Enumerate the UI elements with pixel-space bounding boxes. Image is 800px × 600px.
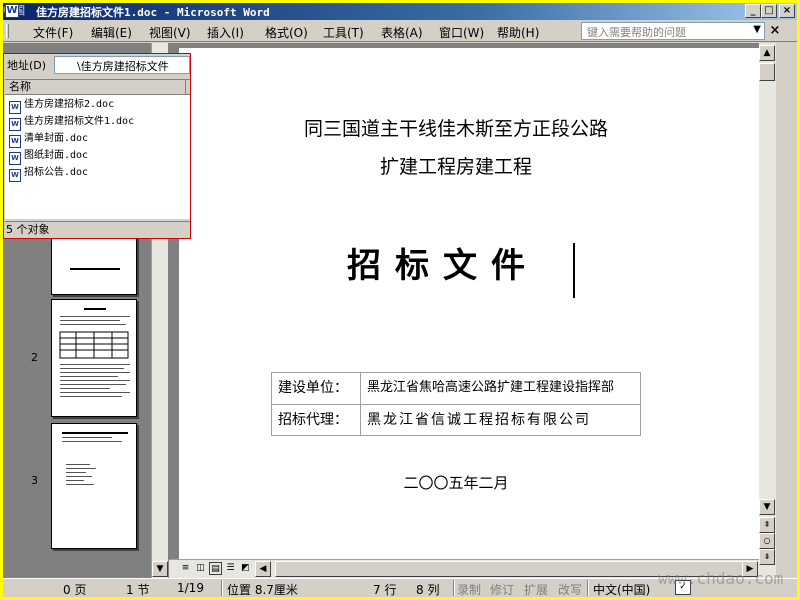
menu-grip[interactable] bbox=[6, 24, 9, 38]
browse-object-icon[interactable]: ○ bbox=[759, 533, 775, 549]
menu-help[interactable]: 帮助(H) bbox=[497, 24, 539, 41]
file-name: 佳方房建招标2.doc bbox=[24, 99, 115, 110]
status-ext[interactable]: 扩展 bbox=[524, 581, 548, 597]
file-name: 佳方房建招标文件1.doc bbox=[24, 116, 135, 127]
status-line: 7 行 bbox=[373, 583, 397, 597]
file-item[interactable]: W 清单封面.doc bbox=[9, 131, 89, 148]
table-label-builder: 建设单位： bbox=[278, 380, 348, 396]
document-vertical-scrollbar[interactable]: ▲ ▼ ⇞ ○ ⇟ bbox=[759, 43, 776, 578]
thumbnail-number-2: 2 bbox=[31, 351, 38, 364]
menu-window[interactable]: 窗口(W) bbox=[439, 24, 484, 41]
table-value-builder: 黑龙江省焦哈高速公路扩建工程建设指挥部 bbox=[367, 380, 615, 395]
status-section: 1 节 bbox=[126, 583, 150, 597]
previous-page-icon[interactable]: ⇞ bbox=[759, 517, 775, 533]
title-bar[interactable]: 中国 W 佳方房建招标文件1.doc - Microsoft Word _ □ … bbox=[3, 3, 797, 20]
table-value-agent: 黑龙江省信诚工程招标有限公司 bbox=[367, 412, 591, 428]
file-item[interactable]: W 图纸封面.doc bbox=[9, 148, 89, 165]
status-language[interactable]: 中文(中国) bbox=[593, 581, 650, 597]
explorer-window: 地址(D) \佳方房建招标文件 名称 W 佳方房建招标2.doc W 佳方房建招标文… bbox=[3, 53, 191, 239]
watermark-bottom: www.chdao.com bbox=[658, 569, 784, 588]
explorer-status: 5 个对象 bbox=[5, 221, 190, 238]
status-separator bbox=[587, 580, 589, 596]
status-separator bbox=[453, 580, 455, 596]
doc-heading-line1: 同三国道主干线佳木斯至方正段公路 bbox=[303, 118, 608, 140]
minimize-button[interactable]: _ bbox=[745, 4, 761, 18]
word-doc-icon: W bbox=[9, 101, 21, 114]
status-page-of: 1/19 bbox=[177, 581, 204, 595]
status-page: 0 页 bbox=[63, 583, 87, 597]
thumbnail-page-3[interactable] bbox=[51, 423, 137, 549]
menu-insert[interactable]: 插入(I) bbox=[207, 24, 244, 41]
thumbnail-number-3: 3 bbox=[31, 474, 38, 487]
help-search-placeholder: 键入需要帮助的问题 bbox=[587, 26, 686, 39]
column-header-end bbox=[185, 80, 190, 94]
file-item[interactable]: W 佳方房建招标2.doc bbox=[9, 97, 115, 114]
print-view-icon[interactable]: ▤ bbox=[209, 562, 222, 575]
status-trk[interactable]: 修订 bbox=[490, 581, 514, 597]
document-close-icon[interactable]: × bbox=[767, 23, 783, 39]
normal-view-icon[interactable]: ≡ bbox=[179, 562, 192, 575]
doc-heading-line2: 扩建工程房建工程 bbox=[379, 156, 532, 178]
reading-view-icon[interactable]: ◩ bbox=[239, 562, 252, 575]
scroll-thumb[interactable] bbox=[759, 63, 775, 81]
file-list: 名称 W 佳方房建招标2.doc W 佳方房建招标文件1.doc W 清单封面.doc… bbox=[5, 79, 190, 219]
word-window: 中国 W 佳方房建招标文件1.doc - Microsoft Word _ □ … bbox=[3, 3, 797, 597]
menu-file[interactable]: 文件(F) bbox=[33, 24, 73, 41]
text-cursor bbox=[573, 243, 575, 298]
address-field[interactable]: \佳方房建招标文件 bbox=[54, 56, 190, 74]
document-area: 同三国道主干线佳木斯至方正段公路 扩建工程房建工程 招标文件 建设单位： 黑龙江… bbox=[169, 43, 759, 559]
address-label: 地址(D) bbox=[7, 59, 47, 72]
outline-view-icon[interactable]: ☰ bbox=[224, 562, 237, 575]
thumbnail-page-2-preview bbox=[59, 308, 130, 397]
file-name: 清单封面.doc bbox=[24, 133, 89, 144]
menu-view[interactable]: 视图(V) bbox=[149, 24, 191, 41]
menu-bar: 文件(F) 编辑(E) 视图(V) 插入(I) 格式(O) 工具(T) 表格(A… bbox=[3, 20, 797, 42]
word-doc-icon: W bbox=[9, 118, 21, 131]
table-col-divider bbox=[360, 373, 361, 435]
info-table: 建设单位： 黑龙江省焦哈高速公路扩建工程建设指挥部 招标代理： 黑龙江省信诚工程… bbox=[271, 372, 641, 436]
thumbnail-page-3-preview bbox=[62, 432, 128, 485]
word-doc-icon: W bbox=[9, 152, 21, 165]
maximize-button[interactable]: □ bbox=[761, 4, 777, 18]
menu-tools[interactable]: 工具(T) bbox=[323, 24, 364, 41]
word-doc-icon: W bbox=[9, 169, 21, 182]
document-page[interactable]: 同三国道主干线佳木斯至方正段公路 扩建工程房建工程 招标文件 建设单位： 黑龙江… bbox=[179, 48, 759, 559]
file-item[interactable]: W 招标公告.doc bbox=[9, 165, 89, 182]
menu-table[interactable]: 表格(A) bbox=[381, 24, 423, 41]
next-page-icon[interactable]: ⇟ bbox=[759, 549, 775, 565]
chevron-down-icon[interactable]: ▼ bbox=[753, 24, 761, 35]
status-separator bbox=[221, 580, 223, 596]
close-button[interactable]: × bbox=[779, 4, 795, 18]
column-header-name[interactable]: 名称 bbox=[5, 80, 190, 95]
word-app-icon[interactable]: W bbox=[5, 4, 19, 18]
column-header-label: 名称 bbox=[9, 80, 31, 93]
thumbnail-page-2[interactable] bbox=[51, 299, 137, 417]
status-rec[interactable]: 录制 bbox=[457, 581, 481, 597]
status-ovr[interactable]: 改写 bbox=[558, 581, 582, 597]
file-item[interactable]: W 佳方房建招标文件1.doc bbox=[9, 114, 135, 131]
scroll-left-icon[interactable]: ◀ bbox=[255, 561, 271, 577]
scroll-down-icon[interactable]: ▼ bbox=[759, 499, 775, 515]
table-label-agent: 招标代理： bbox=[278, 412, 348, 428]
doc-date: 二〇〇五年二月 bbox=[403, 474, 509, 492]
doc-title: 招标文件 bbox=[347, 246, 539, 286]
file-name: 图纸封面.doc bbox=[24, 150, 89, 161]
menu-format[interactable]: 格式(O) bbox=[265, 24, 308, 41]
word-doc-icon: W bbox=[9, 135, 21, 148]
status-position: 位置 8.7厘米 bbox=[227, 583, 298, 597]
web-view-icon[interactable]: ◫ bbox=[194, 562, 207, 575]
file-name: 招标公告.doc bbox=[24, 167, 89, 178]
scroll-up-icon[interactable]: ▲ bbox=[759, 45, 775, 61]
help-search-input[interactable]: 键入需要帮助的问题 ▼ bbox=[581, 22, 765, 40]
menu-edit[interactable]: 编辑(E) bbox=[91, 24, 132, 41]
status-column: 8 列 bbox=[416, 583, 440, 597]
thumbnail-scroll-down-icon[interactable]: ▼ bbox=[152, 561, 168, 577]
window-title: 佳方房建招标文件1.doc - Microsoft Word bbox=[36, 6, 270, 19]
